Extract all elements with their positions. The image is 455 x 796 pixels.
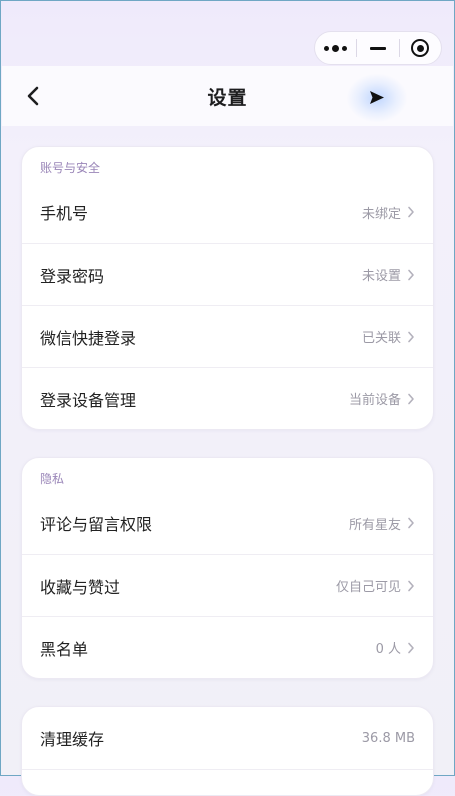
row-label: 收藏与赞过 [40,577,121,597]
back-button[interactable] [22,84,46,108]
row-label: 微信快捷登录 [40,328,137,348]
minimize-button[interactable] [357,32,398,64]
storage-card: 清理缓存 36.8 MB [21,706,434,796]
row-value: 未设置 [361,269,401,284]
close-target-icon [411,39,430,57]
navigation-bar: 设置 [2,66,453,126]
row-label: 评论与留言权限 [40,515,153,534]
minimize-icon [369,46,386,50]
chevron-right-icon [408,517,414,529]
account-security-card: 账号与安全 手机号 未绑定 登录密码 未设置 微信快捷登录 已关联 登录设备管理… [21,146,434,430]
row-label: 登录密码 [40,266,105,286]
row-favorites-likes[interactable]: 收藏与赞过 仅自己可见 [22,554,433,616]
chevron-right-icon [408,331,414,342]
row-value: 当前设备 [348,393,401,408]
row-login-password[interactable]: 登录密码 未设置 [22,243,433,305]
row-value: 所有星友 [348,517,401,533]
row-label: 清理缓存 [40,730,105,749]
row-phone[interactable]: 手机号 未绑定 [22,181,433,243]
row-value: 未绑定 [361,206,401,222]
row-next-partial [22,769,433,795]
row-label: 黑名单 [40,639,89,659]
row-value: 已关联 [361,331,401,346]
miniprogram-capsule [314,31,442,65]
row-value: 0 人 [375,642,401,657]
section-title: 账号与安全 [40,161,101,175]
chevron-right-icon [408,393,414,404]
row-value: 36.8 MB [361,730,415,746]
privacy-card: 隐私 评论与留言权限 所有星友 收藏与赞过 仅自己可见 黑名单 0 人 [21,457,434,679]
row-comment-permission[interactable]: 评论与留言权限 所有星友 [22,492,433,554]
chevron-right-icon [408,269,414,280]
page-title: 设置 [207,86,248,109]
row-blacklist[interactable]: 黑名单 0 人 [22,616,433,678]
row-label: 登录设备管理 [40,390,137,410]
row-wechat-login[interactable]: 微信快捷登录 已关联 [22,305,433,367]
row-clear-cache[interactable]: 清理缓存 36.8 MB [22,707,433,769]
more-menu-button[interactable] [315,32,356,64]
row-value: 仅自己可见 [335,580,401,595]
row-device-management[interactable]: 登录设备管理 当前设备 [22,367,433,429]
share-button[interactable] [347,74,407,122]
more-dots-icon [324,44,348,52]
row-label: 手机号 [40,204,89,223]
chevron-left-icon [27,86,39,106]
chevron-right-icon [408,642,414,653]
section-title: 隐私 [40,472,65,486]
close-miniprogram-button[interactable] [400,32,441,64]
chevron-right-icon [408,580,414,591]
chevron-right-icon [408,206,414,218]
send-icon [370,91,384,104]
